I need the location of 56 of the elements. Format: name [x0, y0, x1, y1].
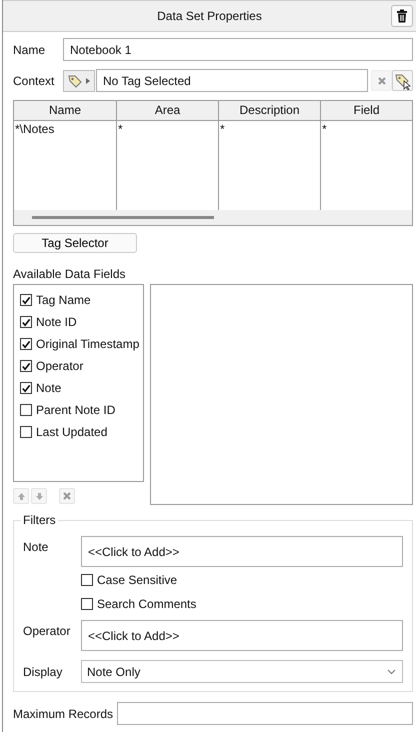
checkbox-label: Last Updated: [36, 425, 108, 439]
checkbox-label: Parent Note ID: [36, 403, 116, 417]
name-field[interactable]: Notebook 1: [63, 38, 413, 61]
checkbox-label: Case Sensitive: [97, 573, 178, 587]
field-label: Operator: [23, 623, 72, 638]
checkbox-label: Search Comments: [97, 597, 196, 611]
field-label: Context: [13, 74, 56, 88]
panel-title: Data Set Properties: [157, 9, 262, 23]
checkbox[interactable]: [81, 598, 93, 610]
maximum-records-field[interactable]: [117, 702, 413, 725]
note-filter-field[interactable]: <<Click to Add>>: [81, 536, 403, 567]
scrollbar-thumb[interactable]: [32, 216, 214, 219]
context-field[interactable]: No Tag Selected: [96, 69, 368, 92]
triangle-icon: [85, 76, 91, 84]
field-label: Name: [13, 42, 46, 56]
tag-dropdown-button[interactable]: [63, 70, 95, 92]
checkbox-label: Note: [36, 381, 62, 395]
table-cell: *\Notes: [14, 121, 117, 137]
checkbox-label: Operator: [36, 359, 84, 373]
chevron-down-icon: [387, 668, 396, 674]
column-header[interactable]: Description: [219, 101, 321, 121]
tag-cursor-icon: [394, 72, 412, 90]
table-cell-text: *: [321, 121, 328, 137]
up-arrow-icon: [16, 492, 26, 500]
checkbox[interactable]: [20, 294, 32, 306]
remove-button[interactable]: [59, 488, 75, 504]
table-cell: *: [117, 121, 219, 137]
tag-selector-button[interactable]: Tag Selector: [13, 233, 137, 253]
field-label: Display: [23, 664, 64, 678]
section-label: Available Data Fields: [13, 267, 127, 281]
checkbox[interactable]: [20, 404, 32, 416]
field-label: Maximum Records: [13, 706, 114, 720]
operator-filter-field[interactable]: <<Click to Add>>: [81, 620, 403, 651]
checkbox[interactable]: [81, 574, 93, 586]
checkbox[interactable]: [20, 382, 32, 394]
delete-button[interactable]: [391, 5, 413, 27]
checkbox[interactable]: [20, 316, 32, 328]
tag-icon: [67, 72, 83, 88]
tag-pick-button[interactable]: [392, 70, 413, 91]
checkbox[interactable]: [20, 338, 32, 350]
checkbox[interactable]: [20, 426, 32, 438]
trash-icon: [396, 9, 408, 23]
column-header[interactable]: Name: [14, 101, 117, 121]
checkbox-label: Tag Name: [36, 293, 91, 307]
table-cell: *: [219, 121, 321, 137]
checkbox-label: Original Timestamp: [36, 337, 140, 351]
field-label: Note: [23, 539, 50, 554]
column-header[interactable]: Area: [117, 101, 219, 121]
column-header[interactable]: Field: [321, 101, 412, 121]
close-icon: [61, 490, 73, 502]
checkbox[interactable]: [20, 360, 32, 372]
display-dropdown[interactable]: Note Only: [81, 660, 403, 683]
close-icon: [376, 74, 388, 86]
down-arrow-icon: [34, 492, 44, 500]
checkbox-label: Note ID: [36, 315, 77, 329]
group-title: Filters: [22, 513, 57, 527]
